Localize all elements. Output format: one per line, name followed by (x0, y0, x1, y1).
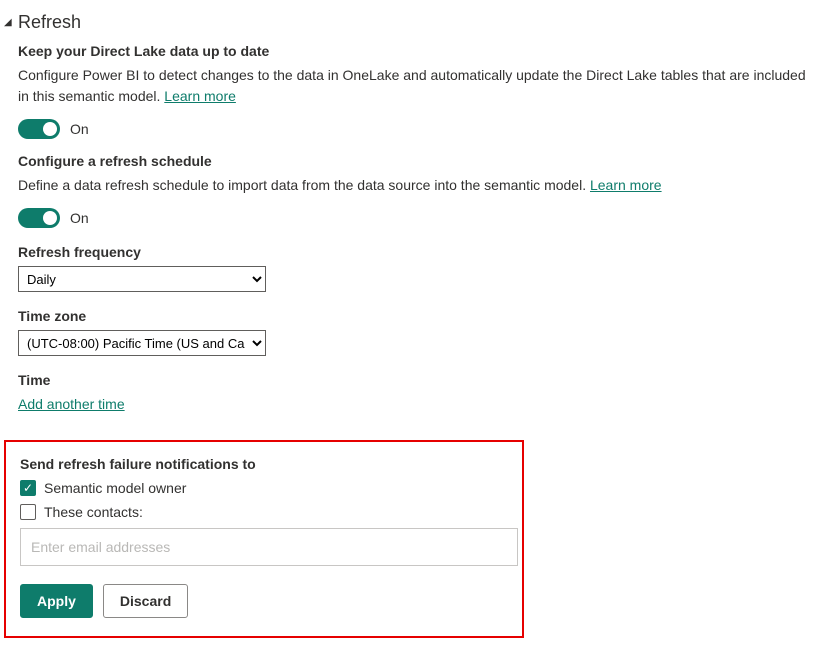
direct-lake-toggle-label: On (70, 121, 89, 137)
schedule-desc: Define a data refresh schedule to import… (18, 175, 806, 196)
direct-lake-toggle[interactable] (18, 119, 60, 139)
toggle-knob (43, 122, 57, 136)
time-label: Time (18, 372, 806, 388)
notify-heading: Send refresh failure notifications to (20, 456, 508, 472)
timezone-select[interactable]: (UTC-08:00) Pacific Time (US and Canada) (18, 330, 266, 356)
contacts-checkbox-label: These contacts: (44, 504, 143, 520)
add-another-time-link[interactable]: Add another time (18, 396, 125, 412)
apply-button[interactable]: Apply (20, 584, 93, 618)
direct-lake-learn-more-link[interactable]: Learn more (164, 88, 236, 104)
section-title: Refresh (18, 12, 81, 33)
direct-lake-heading: Keep your Direct Lake data up to date (18, 43, 806, 59)
toggle-knob (43, 211, 57, 225)
schedule-toggle-label: On (70, 210, 89, 226)
schedule-heading: Configure a refresh schedule (18, 153, 806, 169)
owner-checkbox-label: Semantic model owner (44, 480, 186, 496)
discard-button[interactable]: Discard (103, 584, 188, 618)
frequency-label: Refresh frequency (18, 244, 806, 260)
notifications-highlight: Send refresh failure notifications to ✓ … (4, 440, 524, 638)
refresh-section-header[interactable]: ◢ Refresh (4, 12, 806, 33)
schedule-learn-more-link[interactable]: Learn more (590, 177, 662, 193)
chevron-down-icon: ◢ (4, 17, 16, 28)
owner-checkbox[interactable]: ✓ (20, 480, 36, 496)
direct-lake-desc: Configure Power BI to detect changes to … (18, 65, 806, 107)
timezone-label: Time zone (18, 308, 806, 324)
frequency-select[interactable]: Daily (18, 266, 266, 292)
email-addresses-input[interactable] (20, 528, 518, 566)
schedule-toggle[interactable] (18, 208, 60, 228)
contacts-checkbox[interactable] (20, 504, 36, 520)
